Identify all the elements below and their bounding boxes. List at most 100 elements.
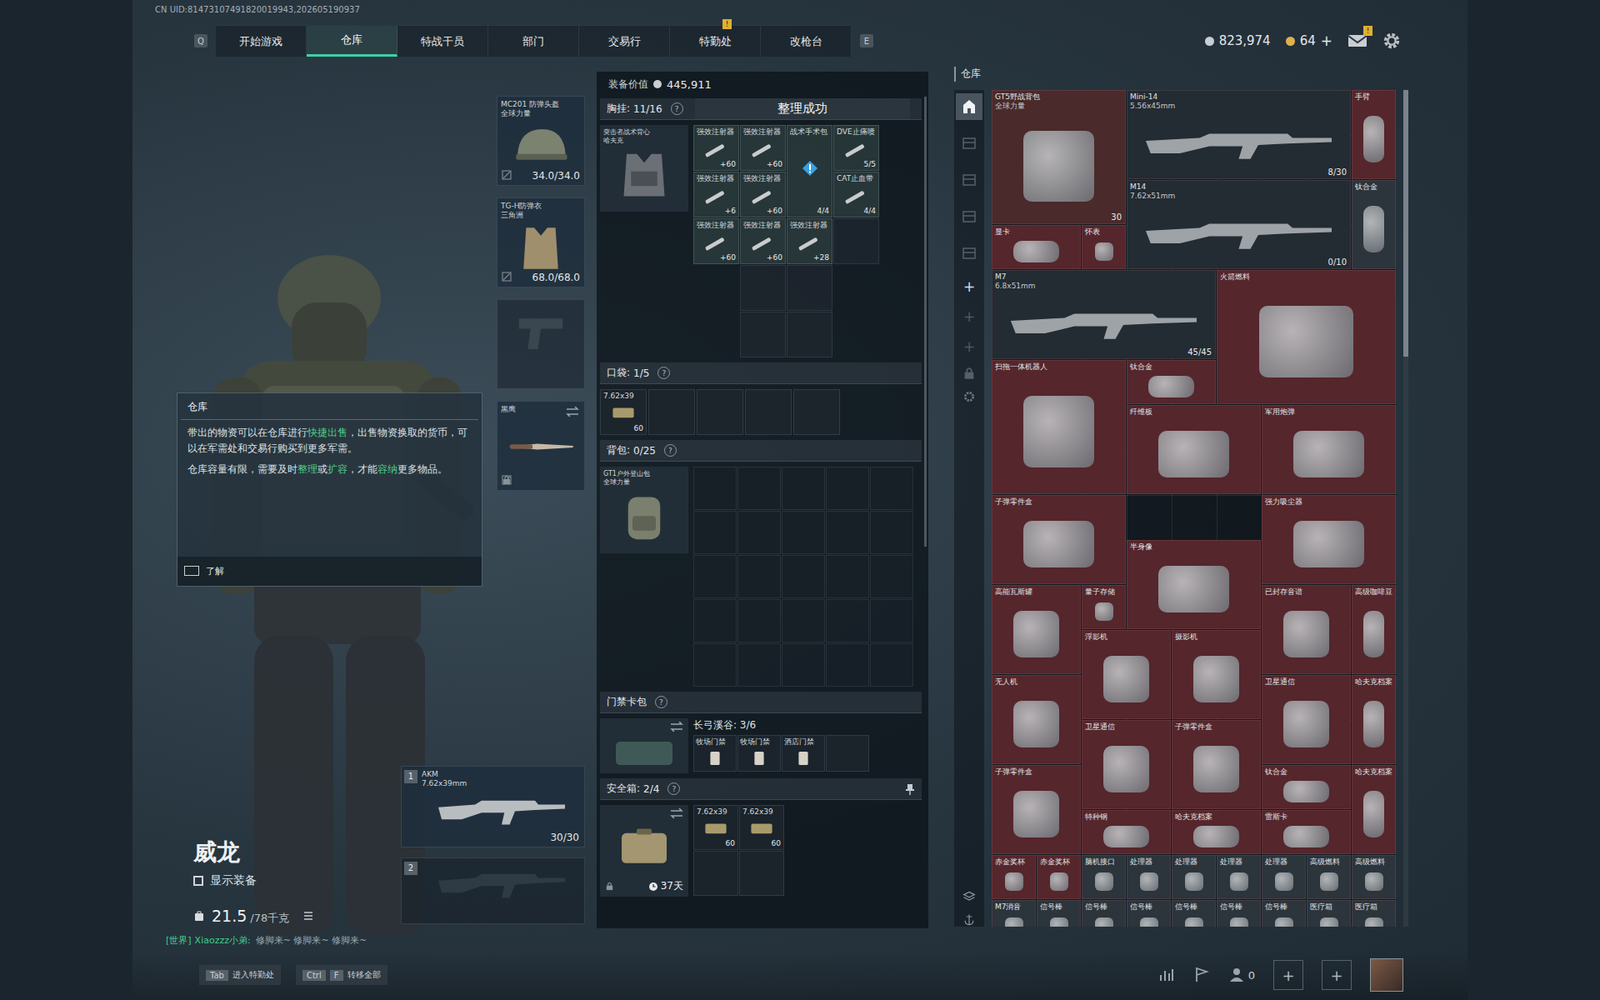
weapon-slot[interactable]: 2 [400, 857, 585, 925]
warehouse-item[interactable]: M147.62x51mm0/10 [1126, 180, 1351, 270]
warehouse-item[interactable]: 纤维板 [1126, 405, 1261, 495]
warehouse-item[interactable]: 半身像 [1126, 540, 1261, 630]
warehouse-item[interactable]: 信号棒 [1171, 900, 1216, 927]
equipment-slot[interactable]: 黑鹰 [496, 400, 585, 491]
warehouse-item[interactable]: 怀表 [1081, 225, 1126, 270]
warehouse-page-tab[interactable] [955, 203, 983, 230]
key-hint[interactable]: CtrlF转移全部 [295, 965, 388, 985]
main-tab[interactable]: 交易行 [579, 25, 670, 57]
backpack-grid[interactable] [693, 466, 914, 687]
chest-rig-slot-item[interactable]: 强效注射器+60 [740, 218, 786, 265]
pocket-slot[interactable] [648, 389, 695, 435]
warehouse-item[interactable]: 子弹零件盒 [991, 495, 1126, 585]
expand-warehouse-button[interactable]: + [963, 336, 975, 357]
keycard-slot[interactable]: 牧场门禁 [693, 735, 737, 772]
backpack-item[interactable]: GT1户外登山包全球力量 [600, 466, 689, 554]
equipment-slot[interactable] [496, 299, 585, 390]
warehouse-item[interactable]: 子弹零件盒 [991, 765, 1081, 855]
warehouse-item[interactable]: 信号棒 [1126, 900, 1171, 927]
chest-rig-slot-item[interactable]: 强效注射器+60 [740, 125, 786, 171]
warehouse-item[interactable]: Mini-145.56x45mm8/30 [1126, 90, 1351, 180]
warehouse-item[interactable]: 哈夫克档案 [1171, 810, 1261, 855]
keycard-slot[interactable] [825, 735, 870, 772]
warehouse-item[interactable]: 特种钢 [1081, 810, 1171, 855]
chest-rig-slot-item[interactable]: 强效注射器+60 [740, 171, 786, 218]
warehouse-item[interactable]: 已封存音谱 [1261, 585, 1351, 675]
equipment-slot[interactable]: TG-H防弹衣三角洲68.0/68.0 [496, 197, 585, 288]
safebox-slot[interactable]: 7.62x3960 [693, 805, 739, 850]
warehouse-grid[interactable]: GT5野战背包全球力量30Mini-145.56x45mm8/30手臂M147.… [991, 90, 1396, 927]
warehouse-item[interactable]: 火箭燃料 [1216, 270, 1396, 405]
warehouse-item[interactable]: 钛合金 [1351, 180, 1396, 270]
warehouse-item[interactable]: 信号棒 [1261, 900, 1306, 927]
main-tab[interactable]: 改枪台 [760, 25, 852, 57]
warehouse-item[interactable]: 扫拖一体机器人 [991, 360, 1126, 495]
warehouse-item[interactable]: 卫星通信 [1261, 675, 1351, 765]
warehouse-item[interactable]: 处理器 [1171, 855, 1216, 900]
show-equipment-checkbox[interactable]: 显示装备 [193, 873, 401, 889]
safebox-slot[interactable]: 7.62x3960 [739, 805, 785, 850]
safebox-slot[interactable] [693, 850, 739, 896]
help-button[interactable]: ? [655, 695, 668, 709]
main-tab[interactable]: 特战干员 [397, 25, 489, 57]
chest-rig-slot-item[interactable]: DVE止痛喷5/5 [833, 125, 880, 171]
keycard-slot[interactable]: 牧场门禁 [737, 735, 781, 772]
sort-anchor-icon[interactable] [962, 913, 976, 927]
warehouse-item[interactable]: 医疗箱 [1306, 900, 1351, 927]
pin-icon[interactable] [905, 783, 915, 795]
loadout-scrollbar[interactable] [924, 96, 927, 547]
warehouse-item[interactable]: 强力吸尘器 [1261, 495, 1396, 585]
keycard-slot[interactable]: 酒店门禁 [781, 735, 825, 772]
warehouse-item[interactable]: 量子存储 [1081, 585, 1126, 630]
warehouse-item[interactable]: 钛合金 [1126, 360, 1216, 405]
warehouse-item[interactable]: 赤金奖杯 [1036, 855, 1081, 900]
chest-rig-slot-item[interactable]: 强效注射器+6 [693, 171, 740, 218]
mail-button[interactable]: ! [1347, 33, 1368, 49]
settings-gear-icon[interactable] [1382, 31, 1401, 50]
settings-gear-icon[interactable] [962, 390, 976, 404]
add-currency-button[interactable]: + [1320, 32, 1333, 50]
pocket-slot[interactable] [793, 389, 840, 435]
help-button[interactable]: ? [670, 102, 684, 115]
warehouse-item[interactable]: 处理器 [1126, 855, 1171, 900]
key-hint[interactable]: Tab进入特勤处 [199, 965, 281, 985]
help-button[interactable]: ? [657, 366, 670, 380]
main-tab[interactable]: 部门 [488, 25, 580, 57]
warehouse-item[interactable]: 高能瓦斯罐 [991, 585, 1081, 675]
warehouse-item[interactable]: 哈夫克档案 [1351, 765, 1396, 855]
pocket-slot[interactable] [696, 389, 744, 435]
invite-slot[interactable]: + [1321, 960, 1352, 990]
warehouse-item[interactable]: M7消音 [991, 900, 1036, 927]
warehouse-scrollbar[interactable] [1403, 90, 1409, 927]
warehouse-item[interactable]: 处理器 [1216, 855, 1261, 900]
safebox-slot[interactable] [739, 850, 785, 896]
understand-button[interactable]: 了解 [184, 565, 225, 578]
swap-icon[interactable] [670, 808, 684, 819]
warehouse-item[interactable]: 无人机 [991, 675, 1081, 765]
pocket-slot[interactable] [745, 389, 792, 435]
warehouse-item[interactable]: 钛合金 [1261, 765, 1351, 810]
warehouse-item[interactable]: 雷斯卡 [1261, 810, 1351, 855]
warehouse-item[interactable]: M76.8x51mm45/45 [991, 270, 1216, 360]
warehouse-item[interactable]: 手臂 [1351, 90, 1396, 180]
help-button[interactable]: ? [667, 782, 680, 795]
next-tab-key[interactable]: E [860, 34, 874, 48]
swap-icon[interactable] [565, 406, 580, 417]
chest-rig-item[interactable]: 突击者战术背心哈夫克 [600, 125, 689, 212]
swap-icon[interactable] [670, 721, 684, 732]
main-tab[interactable]: 仓库 [306, 25, 398, 57]
help-button[interactable]: ? [664, 444, 677, 457]
warehouse-item[interactable]: 子弹零件盒 [1171, 720, 1261, 810]
weapon-slot[interactable]: 1AKM7.62x39mm30/30 [400, 765, 585, 848]
warehouse-item[interactable]: 高级燃料 [1306, 855, 1351, 900]
warehouse-item[interactable]: 显卡 [991, 225, 1081, 270]
safebox-item[interactable]: 37天 [600, 805, 689, 897]
warehouse-item[interactable]: 摄影机 [1171, 630, 1261, 720]
warehouse-page-tab[interactable] [955, 130, 983, 157]
chest-rig-slot-item[interactable]: 强效注射器+60 [693, 218, 740, 265]
chest-rig-slot-item[interactable]: 强效注射器+60 [693, 125, 740, 171]
prev-tab-key[interactable]: Q [194, 34, 208, 48]
warehouse-item[interactable]: 处理器 [1261, 855, 1306, 900]
checkbox[interactable] [193, 875, 204, 886]
warehouse-item[interactable]: 高级咖啡豆 [1351, 585, 1396, 675]
